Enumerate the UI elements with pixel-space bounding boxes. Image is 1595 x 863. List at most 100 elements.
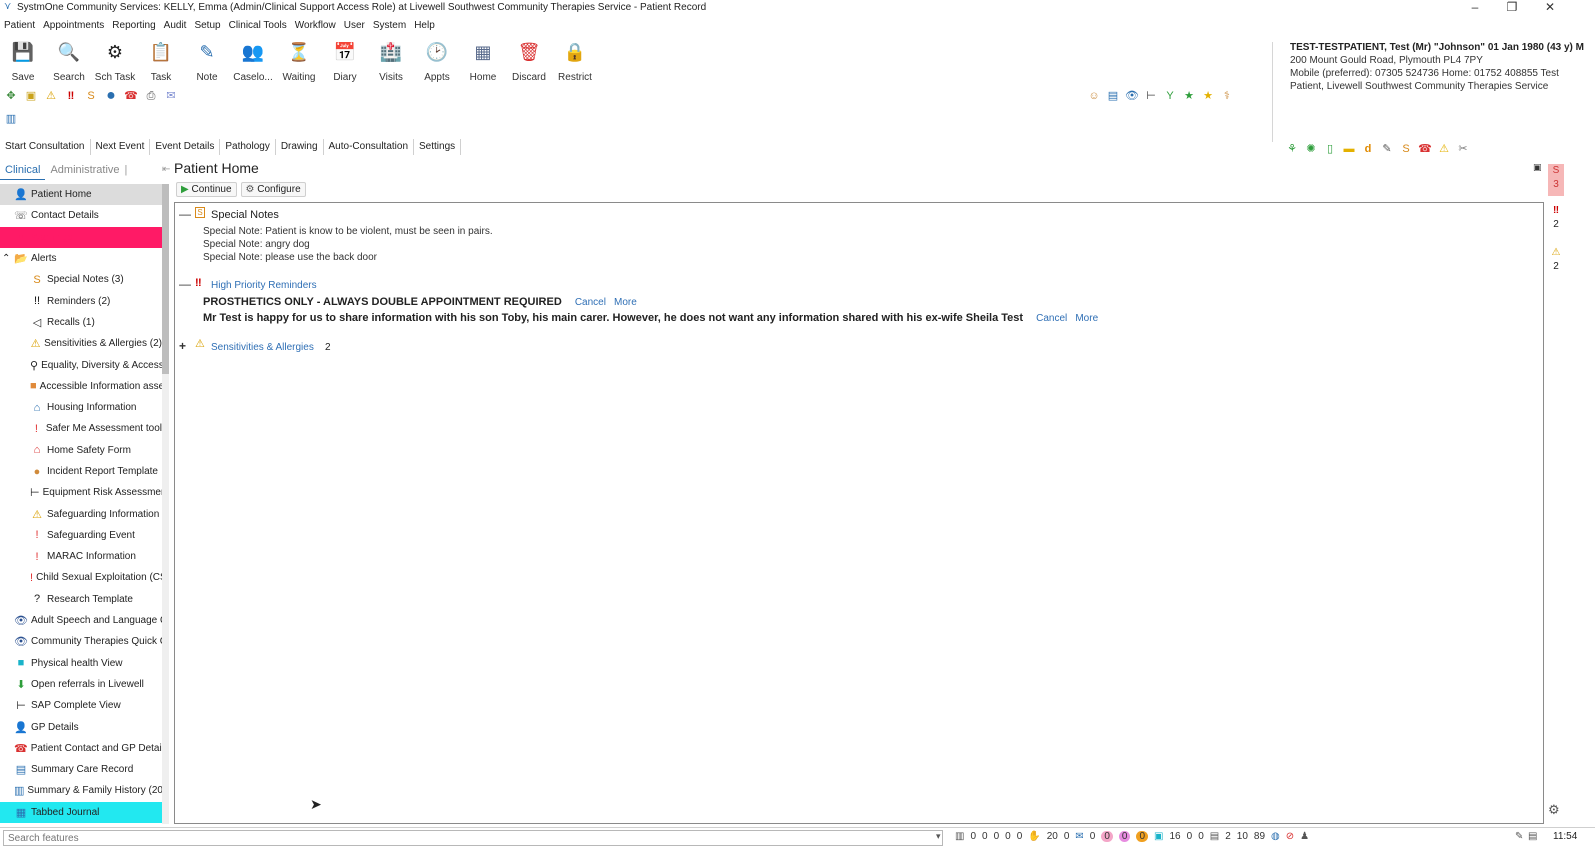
nav-item-equality-diversity-access[interactable]: ⚲ Equality, Diversity & Access — [0, 354, 162, 375]
eye-icon[interactable]: 👁 — [1125, 89, 1139, 103]
sch-task-button[interactable]: ⚙ Sch Task — [94, 40, 136, 83]
configure-button[interactable]: ⚙ Configure — [240, 182, 306, 197]
pen-icon[interactable]: ✎ — [1380, 142, 1394, 156]
maximize-pane-icon[interactable]: ▣ — [1533, 162, 1542, 173]
allergies-indicator[interactable]: ⚠ 2 — [1548, 246, 1564, 274]
phone-red-icon[interactable]: ☎ — [1418, 142, 1432, 156]
circle-icon[interactable]: ● — [104, 88, 118, 104]
print-icon[interactable]: ⎙ — [144, 89, 158, 103]
diary-button[interactable]: 📅 Diary — [324, 40, 366, 83]
nav-item-patient-home[interactable]: 👤 Patient Home — [0, 184, 162, 206]
home-button[interactable]: ▦ Home — [462, 40, 504, 83]
next-event-button[interactable]: Next Event — [91, 139, 151, 155]
green-star-icon[interactable]: ★ — [1182, 89, 1196, 103]
gear-green-icon[interactable]: ✺ — [1304, 142, 1318, 156]
gold-star-icon[interactable]: ★ — [1201, 89, 1215, 103]
pin-icon[interactable]: ⇤ — [162, 164, 170, 175]
discard-button[interactable]: 🗑 Discard — [508, 40, 550, 83]
start-consultation-button[interactable]: Start Consultation — [0, 139, 91, 155]
special-note-small-icon[interactable]: S — [1399, 142, 1413, 156]
nav-item-recalls-1[interactable]: ◁ Recalls (1) — [0, 312, 162, 333]
menu-system[interactable]: System — [369, 18, 410, 34]
branch-icon[interactable]: ⊢ — [1144, 89, 1158, 103]
waiting-button[interactable]: ⏳ Waiting — [278, 40, 320, 83]
menu-help[interactable]: Help — [410, 18, 439, 34]
event-details-button[interactable]: Event Details — [150, 139, 221, 155]
sensitivities-allergies-link[interactable]: Sensitivities & Allergies — [211, 342, 314, 353]
warning-triangle-icon[interactable]: ⚠ — [1437, 142, 1451, 156]
reminder-cancel-link[interactable]: Cancel — [575, 297, 606, 308]
tools-icon[interactable]: ✂ — [1456, 142, 1470, 156]
chat-icon[interactable]: ✉ — [164, 89, 178, 103]
reminder-more-link[interactable]: More — [614, 297, 637, 308]
notes-icon[interactable]: ✎ — [1515, 831, 1523, 842]
nav-item-marac-information[interactable]: ! MARAC Information — [0, 546, 162, 567]
tab-clinical[interactable]: Clinical — [0, 162, 46, 180]
restrict-button[interactable]: 🔒 Restrict — [554, 40, 596, 83]
nav-item-patient-contact-and-gp-details[interactable]: ☎ Patient Contact and GP Details — [0, 738, 162, 759]
puzzle-icon[interactable]: ✥ — [4, 89, 18, 103]
nav-item-safer-me-assessment-tool[interactable]: ! Safer Me Assessment tool — [0, 418, 162, 439]
menu-patient[interactable]: Patient — [0, 18, 39, 34]
reminder-cancel-link[interactable]: Cancel — [1036, 313, 1067, 324]
allergies-expand[interactable]: + — [179, 339, 189, 353]
reminders-collapse[interactable]: — — [179, 277, 191, 291]
restore-button[interactable]: ❐ — [1497, 0, 1527, 16]
grid-icon[interactable]: ▤ — [1106, 89, 1120, 103]
nav-item-accessible-information-asse[interactable]: ■ Accessible Information asse — [0, 376, 162, 397]
allergy-warning-icon[interactable]: ⚠ — [44, 89, 58, 103]
nav-item-reminders-2[interactable]: !! Reminders (2) — [0, 290, 162, 311]
high-priority-reminders-link[interactable]: High Priority Reminders — [211, 280, 317, 291]
drawing-button[interactable]: Drawing — [276, 139, 324, 155]
nav-item-research-template[interactable]: ? Research Template — [0, 589, 162, 610]
search-dropdown-icon[interactable]: ▾ — [936, 831, 941, 842]
nav-item-tabbed-journal[interactable]: ▦ Tabbed Journal — [0, 801, 162, 823]
menu-audit[interactable]: Audit — [160, 18, 191, 34]
save-button[interactable]: 💾 Save — [2, 40, 44, 83]
nav-item-alerts[interactable]: ⌃ 📂 Alerts — [0, 248, 162, 269]
settings-gear-icon[interactable]: ⚙ — [1548, 802, 1560, 818]
people-icon[interactable]: ☺ — [1087, 89, 1101, 103]
nav-item-special-notes-3[interactable]: S Special Notes (3) — [0, 269, 162, 290]
nav-item-summary-care-record[interactable]: ▤ Summary Care Record — [0, 759, 162, 780]
mobile-icon[interactable]: ▯ — [1323, 142, 1337, 156]
visits-button[interactable]: 🏥 Visits — [370, 40, 412, 83]
nav-item-gp-details[interactable]: 👤 GP Details — [0, 716, 162, 737]
filter-icon[interactable]: Y — [1163, 89, 1177, 103]
clipboard-icon[interactable]: ▤ — [1528, 831, 1537, 842]
minimize-button[interactable]: – — [1460, 0, 1490, 16]
tab-administrative[interactable]: Administrative — [45, 162, 124, 180]
priority-icon[interactable]: ‼ — [64, 89, 78, 103]
search-button[interactable]: 🔍 Search — [48, 40, 90, 83]
auto-consultation-button[interactable]: Auto-Consultation — [324, 139, 415, 155]
pathology-button[interactable]: Pathology — [220, 139, 276, 155]
chart-icon[interactable]: ▣ — [24, 89, 38, 103]
phone-icon[interactable]: ☎ — [124, 89, 138, 103]
nav-item-safeguarding-event[interactable]: ! Safeguarding Event — [0, 525, 162, 546]
nav-item-physical-health-view[interactable]: ■ Physical health View — [0, 653, 162, 674]
special-notes-collapse[interactable]: — — [179, 207, 191, 221]
reminders-indicator[interactable]: ‼ 2 — [1548, 204, 1564, 232]
scrollbar-thumb[interactable] — [162, 184, 169, 374]
left-panel-scrollbar[interactable] — [162, 184, 169, 824]
menu-workflow[interactable]: Workflow — [291, 18, 340, 34]
menu-appointments[interactable]: Appointments — [39, 18, 108, 34]
nav-item-housing-information[interactable]: ⌂ Housing Information — [0, 397, 162, 418]
special-note-icon[interactable]: S — [84, 89, 98, 103]
tree-icon[interactable]: ⚘ — [1285, 142, 1299, 156]
nav-item-contact-details[interactable]: ☏ Contact Details — [0, 205, 162, 226]
nav-item-incident-report-template[interactable]: ● Incident Report Template — [0, 461, 162, 482]
book-icon[interactable]: ▥ — [4, 112, 18, 126]
close-button[interactable]: ✕ — [1535, 0, 1565, 16]
search-features-input[interactable] — [3, 830, 943, 846]
nav-item-warnings[interactable]: !! Warnings — [0, 226, 162, 248]
folder-icon[interactable]: ▬ — [1342, 142, 1356, 156]
nav-item-summary-family-history-20[interactable]: ▥ Summary & Family History (20) — [0, 780, 162, 801]
menu-user[interactable]: User — [340, 18, 369, 34]
note-button[interactable]: ✎ Note — [186, 40, 228, 83]
caseload-button[interactable]: 👥 Caselo... — [232, 40, 274, 83]
nav-item-sensitivities-allergies-2[interactable]: ⚠ Sensitivities & Allergies (2) — [0, 333, 162, 354]
appts-button[interactable]: 🕑 Appts — [416, 40, 458, 83]
nav-item-community-therapies-quick-glar[interactable]: 👁Community Therapies Quick Glar — [0, 631, 162, 652]
nav-item-adult-speech-and-language-qui[interactable]: 👁 Adult Speech and Language Qui — [0, 610, 162, 631]
